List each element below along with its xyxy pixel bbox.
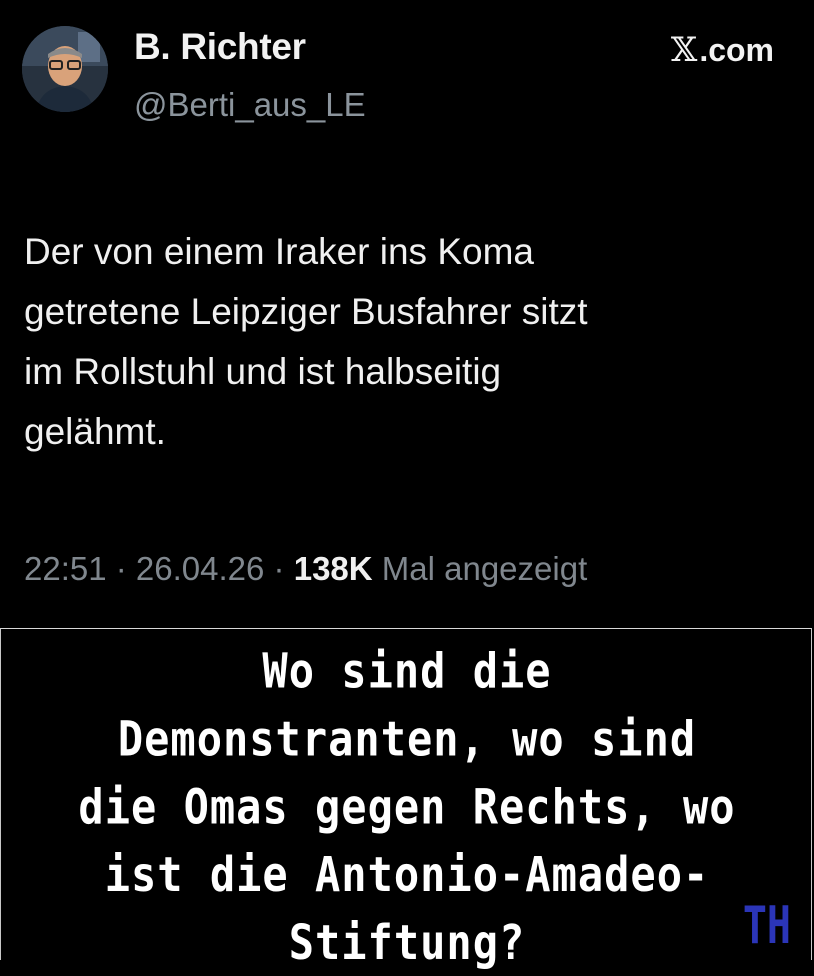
post-metadata: 22:51 · 26.04.26 · 138K Mal angezeigt [24,550,587,588]
avatar-image [22,26,108,112]
caption-overlay: Wo sind die Demonstranten, wo sind die O… [0,628,812,971]
caption-line: Wo sind die [262,642,552,700]
caption-line: die Omas gegen Rechts, wo [78,778,736,835]
caption-line: Demonstranten, wo sind [117,710,697,767]
brand-suffix: .com [699,31,774,68]
caption-line: Stiftung? [288,914,526,971]
x-brand-logo: 𝕏 .com [671,30,774,70]
meta-separator: · [106,550,136,587]
x-logo-icon: 𝕏 [670,30,698,70]
post-time[interactable]: 22:51 [24,550,107,587]
caption-text: Wo sind die Demonstranten, wo sind die O… [1,637,813,976]
post-text: Der von einem Iraker ins Koma getretene … [24,231,588,452]
avatar[interactable] [22,26,108,112]
views-label: Mal angezeigt [381,550,588,587]
author-handle[interactable]: @Berti_aus_LE [134,86,366,124]
meta-separator: · [264,550,294,587]
watermark: TH [742,896,791,956]
post-date[interactable]: 26.04.26 [136,550,264,587]
author-name[interactable]: B. Richter [134,26,306,68]
post-card: B. Richter @Berti_aus_LE 𝕏 .com Der von … [0,0,814,628]
views-count: 138K [293,550,373,587]
caption-line: ist die Antonio-Amadeo- [104,846,710,903]
